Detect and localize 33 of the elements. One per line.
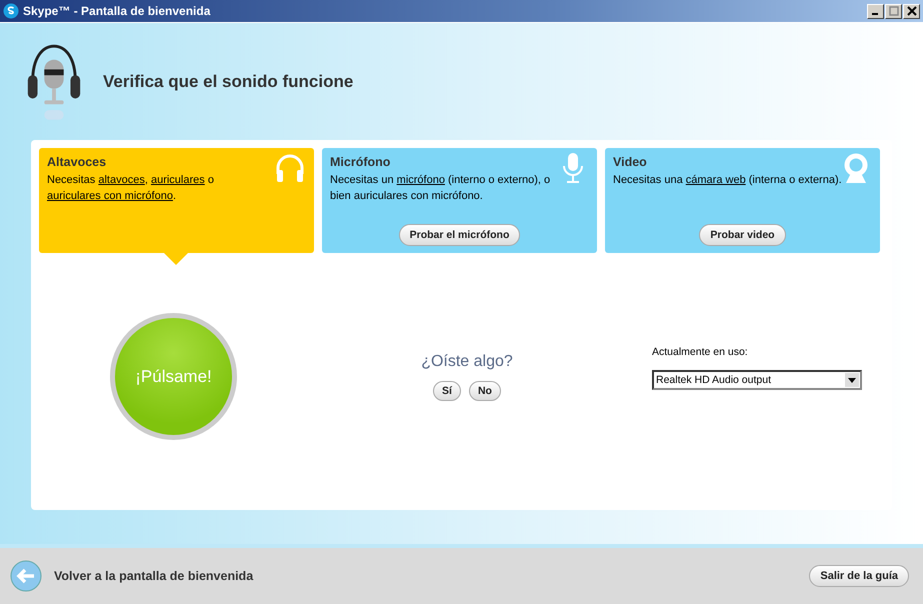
text-link[interactable]: auriculares con micrófono [47,190,173,202]
exit-guide-button[interactable]: Salir de la guía [809,565,909,587]
maximize-button[interactable] [885,4,902,18]
back-button[interactable]: Volver a la pantalla de bienvenida [10,560,254,592]
text-link[interactable]: altavoces [98,174,145,186]
device-label: Actualmente en uso: [652,346,749,358]
maximize-icon [888,6,898,16]
answer-button[interactable]: Sí [433,380,461,400]
skype-logo-icon [3,3,19,19]
card-title: Video [613,155,647,169]
minimize-icon [872,13,878,15]
card-title: Micrófono [330,155,390,169]
device-dropdown[interactable]: Realtek HD Audio output [652,370,862,390]
card-pointer-icon [164,253,188,265]
card-description: Necesitas un micrófono (interno o externo), o bien auriculares con micrófono. [330,173,552,204]
text-link[interactable]: cámara web [686,174,746,186]
minimize-button[interactable] [867,4,884,18]
test-button[interactable]: Probar el micrófono [398,224,520,246]
page-heading: Verifica que el sonido funcione [103,72,354,92]
test-button[interactable]: Probar video [699,224,786,246]
question-text: ¿Oíste algo? [421,352,513,370]
option-card[interactable]: Video Necesitas una cámara web (interna o externa). Probar video [605,148,880,253]
card-description: Necesitas una cámara web (interna o externa). [613,173,842,188]
window-title: Skype™ - Pantalla de bienvenida [23,4,212,18]
card-description: Necesitas altavoces, auriculares o auriculares con micrófono. [47,173,215,204]
headphones-icon [274,152,306,184]
answer-button[interactable]: No [468,380,501,400]
text-link[interactable]: micrófono [396,174,445,186]
card-title: Altavoces [47,155,106,169]
close-button[interactable] [903,4,920,18]
option-card[interactable]: Micrófono Necesitas un micrófono (interno o externo), o bien auriculares con micrófono. Probar el micrófono [322,148,597,253]
text-link[interactable]: auriculares [150,174,205,186]
close-icon [906,6,916,16]
